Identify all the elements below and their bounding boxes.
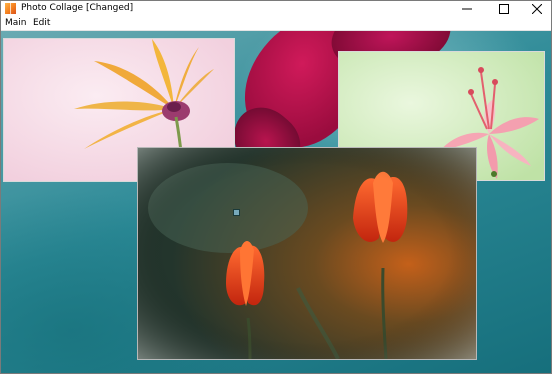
photo-red-tulips[interactable] [137,147,477,360]
close-button[interactable] [519,1,551,16]
maximize-icon [499,3,509,14]
maximize-button[interactable] [486,1,522,16]
app-window: Photo Collage [Changed] Main Edit [0,0,552,374]
menu-bar: Main Edit [1,16,551,31]
menu-main[interactable]: Main [5,17,27,29]
app-icon[interactable] [5,3,16,14]
red-tulips-image [138,148,476,359]
minimize-button[interactable] [449,1,485,16]
collage-canvas[interactable] [1,31,551,373]
minimize-icon [462,8,472,9]
title-bar[interactable]: Photo Collage [Changed] [1,1,551,16]
selection-handle[interactable] [233,209,240,216]
menu-edit[interactable]: Edit [33,17,50,29]
window-title: Photo Collage [Changed] [21,3,134,13]
close-icon [532,3,542,14]
